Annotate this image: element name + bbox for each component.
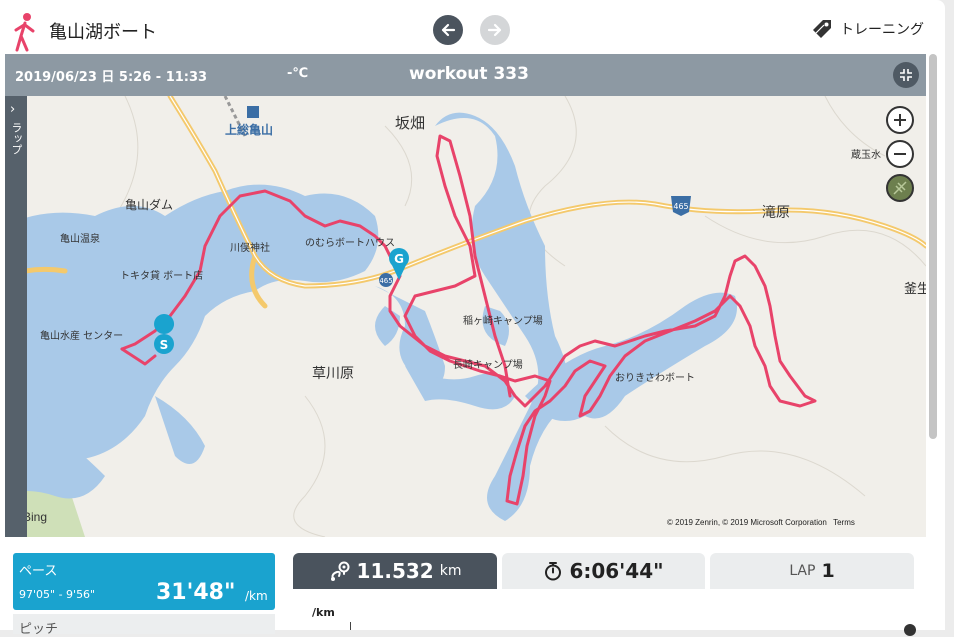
terms-link[interactable]: Terms — [833, 518, 855, 527]
chart-axis-tick — [350, 622, 351, 630]
tab-distance[interactable]: 11.532 km — [293, 553, 497, 589]
map-label-kameyama-onsen: 亀山温泉 — [60, 232, 100, 245]
lap-label: LAP — [789, 563, 816, 579]
previous-button[interactable] — [433, 15, 463, 45]
map-label-kama: 釜生 — [904, 282, 926, 297]
pace-value: 31'48" — [156, 580, 236, 605]
svg-text:S: S — [160, 338, 169, 352]
route-map[interactable]: S G 465 465 上総亀山 坂畑 亀山ダム 亀山温泉 川俣神社 のむらボー… — [5, 96, 926, 537]
workout-datetime: 2019/06/23 日 5:26 - 11:33 — [15, 70, 208, 85]
stopwatch-icon — [545, 562, 562, 581]
distance-value: 11.532 — [356, 559, 434, 583]
pitch-label: ピッチ — [19, 622, 59, 637]
route-pin-icon — [330, 561, 350, 581]
map-label-shrine: 川俣神社 — [230, 241, 270, 254]
map-label-kuradama: 蔵玉水 — [851, 148, 881, 161]
scrollbar-thumb[interactable] — [929, 54, 937, 439]
pace-card[interactable]: ペース 97'05" - 9'56" 31'48" /km — [13, 553, 275, 610]
pace-range: 97'05" - 9'56" — [19, 588, 96, 601]
lap-panel-toggle[interactable]: › ラップ — [5, 96, 27, 537]
chevron-right-icon: › — [10, 102, 16, 117]
workout-title: workout 333 — [409, 64, 529, 84]
map-label-inari-camp: 稲ヶ崎キャンプ場 — [463, 314, 543, 327]
activity-title: 亀山湖ボート — [49, 22, 157, 43]
map-label-sakahata: 坂畑 — [395, 114, 425, 132]
map-label-nomura: のむらボートハウス — [305, 237, 395, 249]
map-label-okisawa: おりきさわボート — [615, 372, 695, 384]
svg-text:465: 465 — [379, 277, 392, 285]
map-label-kameyama-suisan: 亀山水産 センター — [40, 329, 123, 342]
tab-lap[interactable]: LAP 1 — [710, 553, 914, 589]
map-label-camp2: 長崎キャンプ場 — [453, 358, 523, 371]
temperature: -℃ — [287, 66, 309, 81]
zoom-out-button[interactable] — [886, 140, 914, 168]
chart-handle[interactable] — [904, 624, 916, 636]
zoom-in-button[interactable] — [886, 106, 914, 134]
chart-axis-unit: /km — [312, 606, 335, 619]
map-info-bar: 2019/06/23 日 5:26 - 11:33 -℃ workout 333 — [5, 54, 926, 96]
aerial-view-button[interactable] — [886, 174, 914, 202]
next-button[interactable] — [480, 15, 510, 45]
tag-icon — [813, 20, 831, 38]
arrow-right-icon — [487, 23, 502, 37]
pace-label: ペース — [19, 564, 58, 579]
collapse-icon — [900, 69, 912, 81]
lap-value: 1 — [821, 560, 835, 582]
map-canvas: S G 465 465 上総亀山 坂畑 亀山ダム 亀山温泉 川俣神社 のむらボー… — [5, 96, 926, 537]
arrow-left-icon — [441, 23, 456, 37]
collapse-map-button[interactable] — [893, 62, 919, 88]
route-465-shield-2: 465 — [379, 273, 393, 287]
tab-duration[interactable]: 6:06'44" — [502, 553, 705, 589]
map-label-takihara: 滝原 — [762, 205, 790, 221]
training-tag-button[interactable]: トレーニング — [810, 17, 924, 41]
svg-text:465: 465 — [673, 202, 688, 211]
map-label-kameyama-dam: 亀山ダム — [125, 197, 173, 212]
lap-panel-label: ラップ — [10, 122, 23, 155]
map-label-kusakawara: 草川原 — [312, 366, 354, 382]
minus-icon — [894, 153, 906, 155]
header: 亀山湖ボート トレーニング — [0, 0, 945, 56]
walking-person-icon — [14, 13, 35, 52]
map-label-kazusa-kameyama: 上総亀山 — [225, 122, 273, 137]
distance-unit: km — [439, 563, 462, 579]
satellite-icon — [893, 181, 907, 195]
pace-unit: /km — [245, 589, 268, 603]
map-copyright: © 2019 Zenrin, © 2019 Microsoft Corporat… — [667, 518, 855, 527]
plus-icon — [894, 114, 906, 126]
map-label-tokita: トキタ貸 ボート店 — [120, 269, 203, 282]
training-tag-label: トレーニング — [840, 22, 924, 38]
duration-value: 6:06'44" — [569, 559, 664, 583]
svg-text:G: G — [394, 252, 404, 266]
pitch-card[interactable]: ピッチ — [13, 614, 275, 637]
